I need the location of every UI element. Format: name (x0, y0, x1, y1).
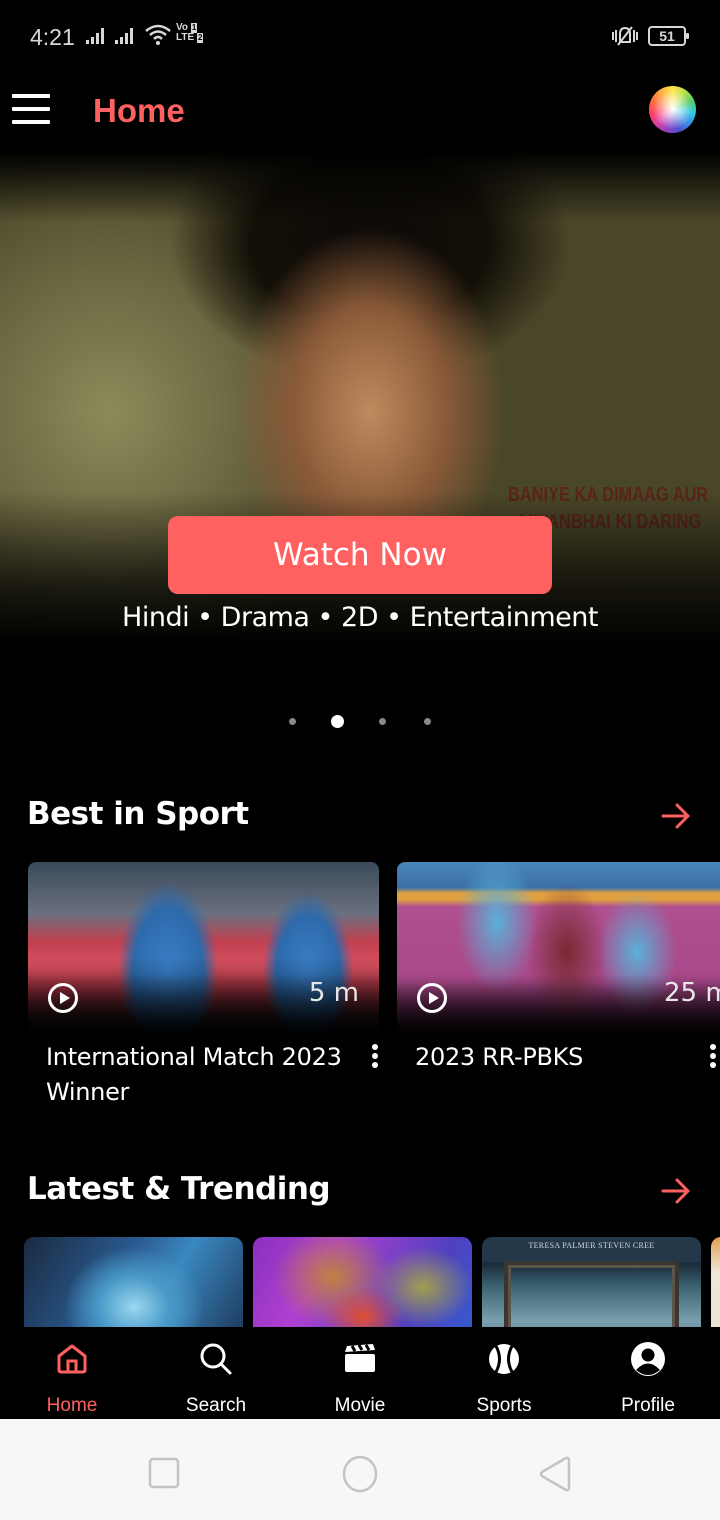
hero-top-fade (0, 152, 720, 222)
arrow-right-icon[interactable] (660, 1177, 692, 1205)
more-options-icon[interactable] (709, 1044, 717, 1068)
nav-item-home[interactable]: Home (0, 1327, 144, 1419)
clapperboard-icon (342, 1341, 378, 1377)
nav-label: Search (185, 1395, 247, 1416)
section-title: Best in Sport (27, 796, 249, 832)
duration-label: 5 m (308, 978, 359, 1008)
carousel-dot[interactable] (379, 718, 386, 725)
hamburger-menu-icon[interactable] (12, 94, 50, 124)
trending-carousel[interactable]: TERESA PALMER STEVEN CREE (0, 1237, 720, 1327)
signal-sim1-icon (86, 28, 104, 44)
carousel-indicator (0, 714, 720, 730)
ball-icon (486, 1341, 522, 1377)
nav-label: Movie (334, 1395, 386, 1416)
section-title: Latest & Trending (27, 1171, 331, 1207)
play-icon[interactable] (48, 983, 78, 1013)
arrow-right-icon[interactable] (660, 802, 692, 830)
system-navigation-bar (0, 1419, 720, 1520)
volte-icon: Vo 1 LTE 2 (176, 23, 204, 43)
section-header-best-in-sport: Best in Sport (0, 788, 720, 838)
sim2-label: 2 (196, 33, 204, 43)
sport-title: 2023 RR-PBKS (415, 1043, 584, 1071)
home-icon (54, 1341, 90, 1377)
hero-meta-tags: Hindi • Drama • 2D • Entertainment (122, 602, 598, 633)
profile-icon (630, 1341, 666, 1377)
lte-label: LTE (176, 32, 195, 43)
status-bar: 4:21 Vo 1 LTE 2 51 (0, 0, 720, 72)
status-time: 4:21 (30, 24, 75, 50)
nav-item-profile[interactable]: Profile (576, 1327, 720, 1419)
home-button[interactable] (341, 1455, 379, 1498)
carousel-dot-active[interactable] (331, 715, 344, 728)
trending-poster-card[interactable]: TERESA PALMER STEVEN CREE (482, 1237, 701, 1327)
nav-item-sports[interactable]: Sports (432, 1327, 576, 1419)
sport-title: International Match 2023 Winner (46, 1043, 342, 1106)
poster-frame (504, 1261, 679, 1327)
carousel-dot[interactable] (424, 718, 431, 725)
duration-label: 25 m (664, 978, 720, 1008)
nav-item-search[interactable]: Search (144, 1327, 288, 1419)
wifi-icon (144, 24, 172, 51)
back-button[interactable] (538, 1455, 572, 1498)
nav-label: Sports (476, 1395, 532, 1416)
bottom-navigation: Home Search Movie Sports Profile (0, 1327, 720, 1419)
trending-poster-card[interactable] (711, 1237, 720, 1327)
nav-label: Home (46, 1395, 98, 1416)
more-options-icon[interactable] (371, 1044, 379, 1068)
sport-thumbnail[interactable]: 25 m (397, 862, 720, 1034)
vibrate-icon (610, 24, 640, 53)
battery-icon: 51 (648, 26, 689, 46)
trending-poster-card[interactable] (253, 1237, 472, 1327)
sport-card[interactable]: 25 m 2023 RR-PBKS (397, 862, 720, 1071)
trending-poster-card[interactable] (24, 1237, 243, 1327)
sport-carousel[interactable]: 5 m International Match 2023 Winner 25 m… (0, 862, 720, 1122)
section-header-latest-trending: Latest & Trending (0, 1163, 720, 1213)
watch-now-button[interactable]: Watch Now (168, 516, 552, 594)
app-bar: Home (0, 72, 720, 152)
signal-sim2-icon (115, 28, 133, 44)
battery-level: 51 (659, 28, 675, 44)
sport-thumbnail[interactable]: 5 m (28, 862, 379, 1034)
nav-label: Profile (621, 1395, 675, 1416)
recents-button[interactable] (148, 1457, 180, 1494)
poster-credits: TERESA PALMER STEVEN CREE (528, 1241, 655, 1250)
color-wheel-icon[interactable] (649, 86, 696, 133)
play-icon[interactable] (417, 983, 447, 1013)
page-title: Home (93, 92, 185, 129)
carousel-dot[interactable] (289, 718, 296, 725)
hero-banner[interactable]: BANIYE KA DIMAAG AUR MIYANBHAI KI DARING… (0, 152, 720, 662)
nav-item-movie[interactable]: Movie (288, 1327, 432, 1419)
sport-card[interactable]: 5 m International Match 2023 Winner (28, 862, 379, 1106)
search-icon (198, 1341, 234, 1377)
